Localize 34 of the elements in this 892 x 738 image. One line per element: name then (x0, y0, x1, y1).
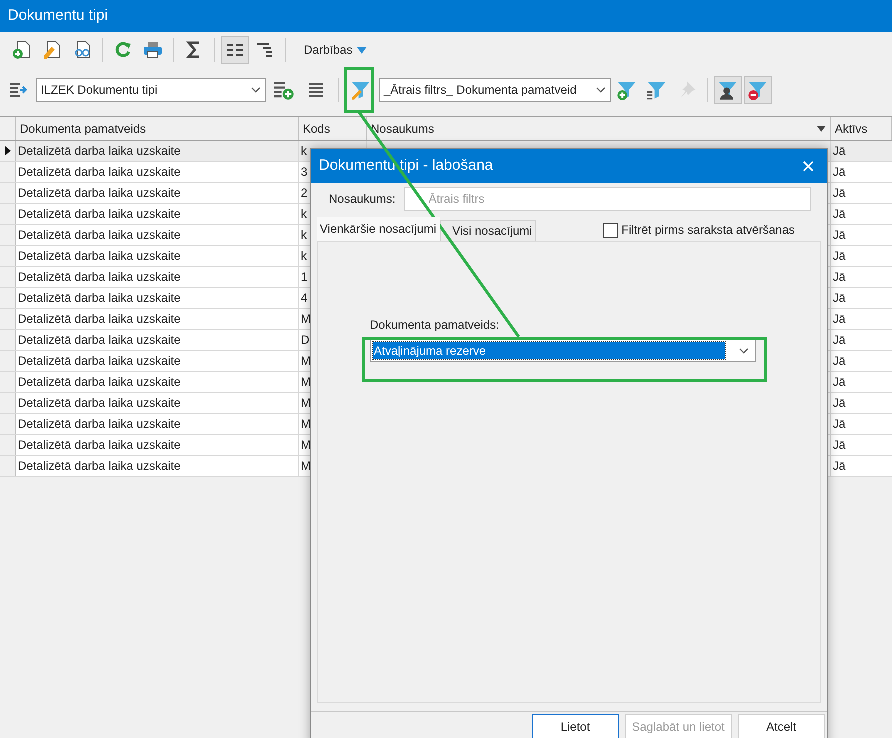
table-cell: Detalizētā darba laika uzskaite (16, 267, 299, 287)
table-cell-text: Jā (832, 185, 847, 202)
table-cell: Detalizētā darba laika uzskaite (16, 183, 299, 203)
table-cell-text: Jā (832, 311, 847, 328)
table-cell: Detalizētā darba laika uzskaite (16, 225, 299, 245)
table-cell-text: Jā (832, 332, 847, 349)
table-cell-text: Jā (832, 290, 847, 307)
table-cell: Detalizētā darba laika uzskaite (16, 456, 299, 476)
table-cell: Detalizētā darba laika uzskaite (16, 435, 299, 455)
table-cell-text: Jā (832, 395, 847, 412)
table-cell: Detalizētā darba laika uzskaite (16, 393, 299, 413)
table-cell-text: Jā (832, 416, 847, 433)
table-cell-text: Jā (832, 143, 847, 160)
table-cell-text: Jā (832, 458, 847, 475)
table-cell: Detalizētā darba laika uzskaite (16, 351, 299, 371)
table-cell: Detalizētā darba laika uzskaite (16, 204, 299, 224)
table-cell: Detalizētā darba laika uzskaite (16, 309, 299, 329)
window-title: Dokumentu tipi (8, 6, 108, 26)
table-cell-text: Jā (832, 227, 847, 244)
table-cell: Detalizētā darba laika uzskaite (16, 162, 299, 182)
field-label: Dokumenta pamatveids: (370, 317, 500, 334)
table-cell-text: Jā (832, 206, 847, 223)
table-cell-text: Jā (832, 269, 847, 286)
table-cell-text: Jā (832, 374, 847, 391)
table-cell: Detalizētā darba laika uzskaite (16, 372, 299, 392)
table-cell: Detalizētā darba laika uzskaite (16, 141, 299, 161)
table-cell: Detalizētā darba laika uzskaite (16, 246, 299, 266)
table-cell: Detalizētā darba laika uzskaite (16, 288, 299, 308)
table-cell-text: Jā (832, 353, 847, 370)
table-cell-text: Jā (832, 437, 847, 454)
table-cell: Detalizētā darba laika uzskaite (16, 330, 299, 350)
table-cell: Detalizētā darba laika uzskaite (16, 414, 299, 434)
table-cell-text: Jā (832, 164, 847, 181)
table-cell-text: Jā (832, 248, 847, 265)
